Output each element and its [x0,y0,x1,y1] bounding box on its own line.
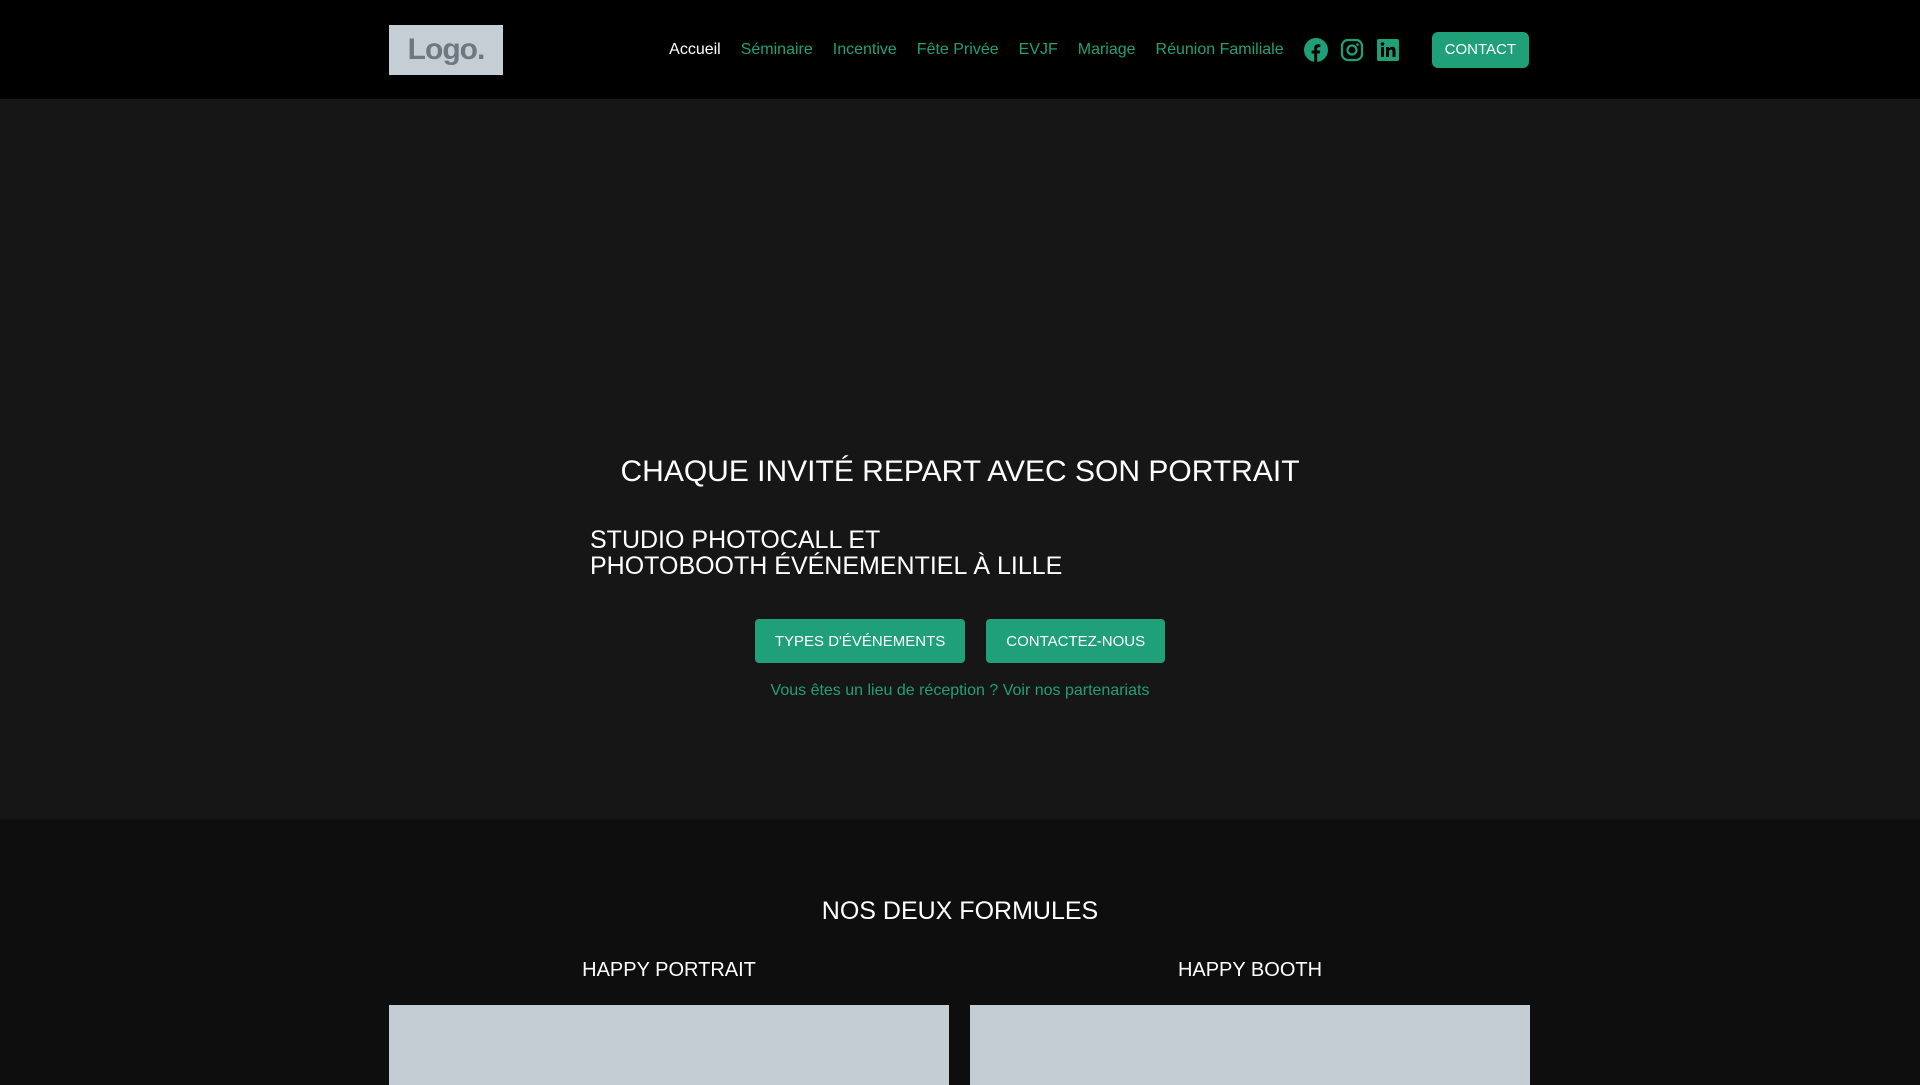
hero-subtitle-line2: PHOTOBOOTH ÉVÉNEMENTIEL À LILLE [590,552,1063,580]
contact-button[interactable]: CONTACT [1431,31,1529,68]
nav-seminaire[interactable]: Séminaire [741,41,813,59]
formules-title: NOS DEUX FORMULES [821,897,1099,925]
linkedin-icon[interactable] [1376,38,1400,62]
formule-card-happy-portrait[interactable]: HAPPY PORTRAIT [389,959,949,1085]
card-image-placeholder [970,1005,1530,1085]
hero-subtitle-line1: STUDIO PHOTOCALL ET [590,526,881,554]
nav-evjf[interactable]: EVJF [1019,41,1058,59]
card-image-placeholder [389,1005,949,1085]
hero-buttons: TYPES D'ÉVÉNEMENTS CONTACTEZ-NOUS [0,619,1920,663]
event-types-button[interactable]: TYPES D'ÉVÉNEMENTS [754,619,966,663]
hero-section: CHAQUE INVITÉ REPART AVEC SON PORTRAIT S… [0,99,1920,819]
hero-title: CHAQUE INVITÉ REPART AVEC SON PORTRAIT [620,455,1300,488]
card-title: HAPPY PORTRAIT [582,959,756,981]
contact-us-button[interactable]: CONTACTEZ-NOUS [986,619,1166,663]
formules-section: NOS DEUX FORMULES HAPPY PORTRAIT HAPPY B… [0,819,1920,1085]
nav-accueil[interactable]: Accueil [669,41,721,59]
nav-reunion-familiale[interactable]: Réunion Familiale [1156,41,1284,59]
facebook-icon[interactable] [1303,37,1328,62]
social-links [1303,37,1400,62]
logo[interactable]: Logo. [389,25,503,75]
hero-subtitle: STUDIO PHOTOCALL ET PHOTOBOOTH ÉVÉNEMENT… [590,527,1062,579]
partnership-link[interactable]: Vous êtes un lieu de réception ? Voir no… [0,682,1920,700]
formule-card-happy-booth[interactable]: HAPPY BOOTH [970,959,1530,1085]
nav-mariage[interactable]: Mariage [1078,41,1136,59]
nav-incentive[interactable]: Incentive [833,41,897,59]
header: Logo. Accueil Séminaire Incentive Fête P… [0,0,1920,99]
instagram-icon[interactable] [1340,38,1364,62]
main-nav: Accueil Séminaire Incentive Fête Privée … [649,0,1529,99]
card-title: HAPPY BOOTH [1177,959,1323,981]
nav-fete-privee[interactable]: Fête Privée [917,41,999,59]
